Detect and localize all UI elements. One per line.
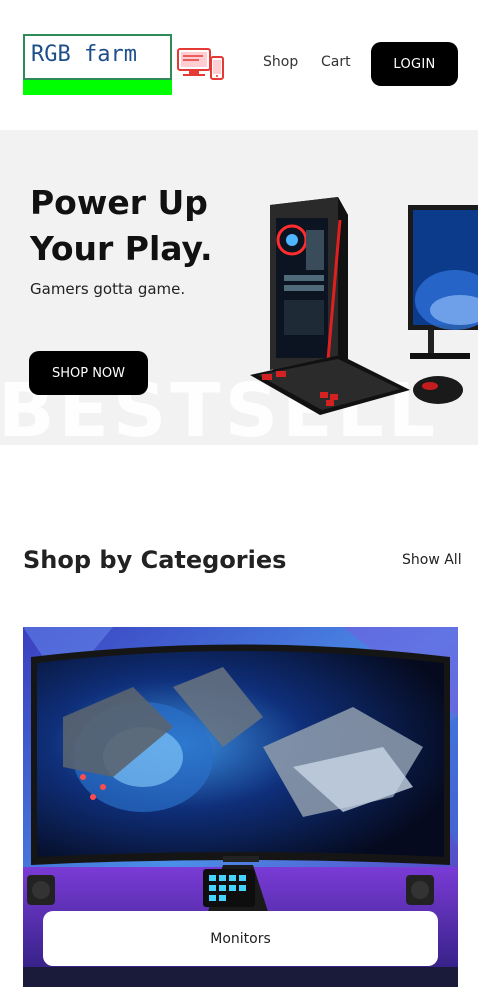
site-header: RGB farm Shop Cart LOGIN — [0, 0, 478, 130]
nav-link-shop[interactable]: Shop — [263, 54, 298, 70]
devices-icon — [177, 48, 224, 80]
shop-now-button[interactable]: SHOP NOW — [29, 351, 148, 395]
logo-box: RGB farm — [23, 34, 172, 80]
gaming-pc-image — [250, 197, 478, 415]
login-button[interactable]: LOGIN — [371, 42, 458, 86]
hero-subtitle: Gamers gotta game. — [30, 280, 186, 298]
logo-text: RGB farm — [31, 42, 137, 67]
logo-green-bar — [23, 80, 172, 95]
categories-title: Shop by Categories — [23, 546, 287, 574]
show-all-link[interactable]: Show All — [402, 552, 462, 568]
nav-link-cart[interactable]: Cart — [321, 54, 351, 70]
category-label-monitors[interactable]: Monitors — [43, 911, 438, 966]
hero-banner: BESTSELL Power Up Your Play. Gamers gott… — [0, 130, 478, 445]
site-logo[interactable]: RGB farm — [23, 34, 172, 95]
hero-title: Power Up Your Play. — [30, 183, 213, 268]
